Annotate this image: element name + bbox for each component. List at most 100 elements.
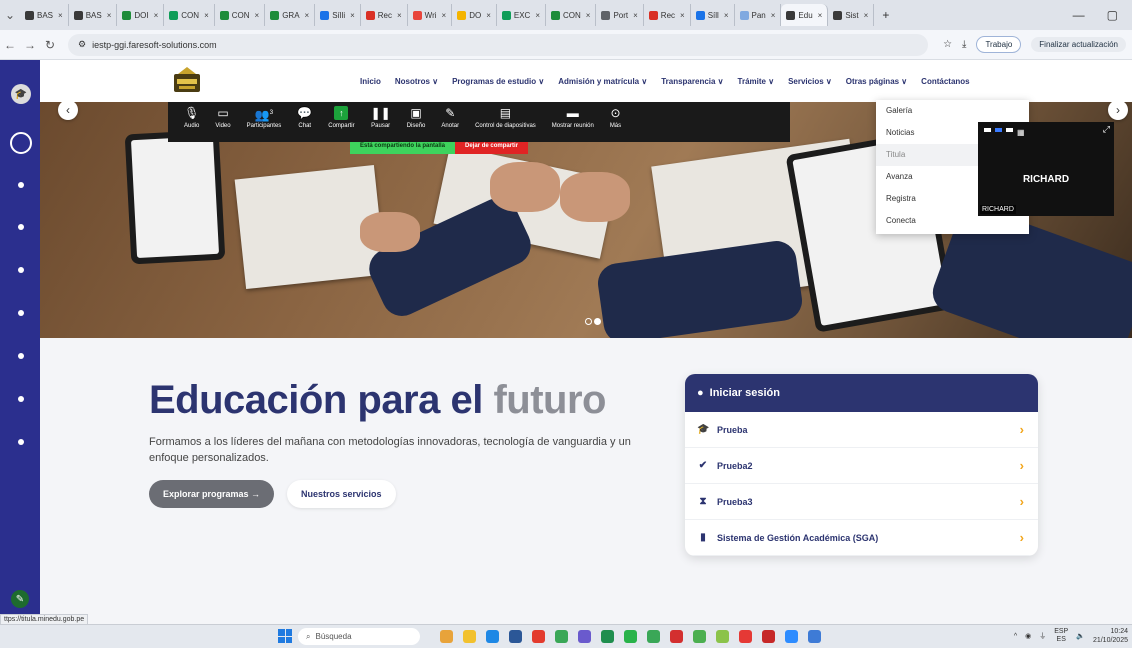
- close-tab-icon[interactable]: ×: [680, 11, 685, 20]
- nav-item[interactable]: Transparencia ∨: [661, 77, 723, 86]
- nav-item[interactable]: Programas de estudio ∨: [452, 77, 544, 86]
- browser-tab[interactable]: BAS ×: [69, 4, 118, 26]
- nav-item[interactable]: Nosotros ∨: [395, 77, 438, 86]
- browser-tab[interactable]: DO ×: [452, 4, 497, 26]
- site-info-icon[interactable]: ⚙: [78, 39, 86, 50]
- browser-tab[interactable]: BAS ×: [20, 4, 69, 26]
- close-tab-icon[interactable]: ×: [154, 11, 159, 20]
- nav-item[interactable]: Admisión y matrícula ∨: [558, 77, 647, 86]
- browser-tab[interactable]: CON ×: [546, 4, 597, 26]
- close-tab-icon[interactable]: ×: [397, 11, 402, 20]
- close-tab-icon[interactable]: ×: [771, 11, 776, 20]
- clock[interactable]: 10:24 21/10/2025: [1093, 627, 1128, 645]
- pen-icon[interactable]: ✎: [11, 590, 29, 608]
- download-icon[interactable]: ⤓: [962, 39, 966, 50]
- login-option[interactable]: 🎓 Prueba ›: [685, 412, 1038, 448]
- close-tab-icon[interactable]: ×: [442, 11, 447, 20]
- close-tab-icon[interactable]: ×: [204, 11, 209, 20]
- nav-item[interactable]: Trámite ∨: [738, 77, 775, 86]
- strip-dot[interactable]: [18, 353, 24, 359]
- meeting-participantes-button[interactable]: 👥3 Participantes: [247, 106, 282, 129]
- stop-share-button[interactable]: Dejar de compartir: [455, 142, 529, 154]
- browser-tab[interactable]: Wri ×: [408, 4, 453, 26]
- strip-dot[interactable]: [18, 224, 24, 230]
- browser-tab[interactable]: Síll ×: [691, 4, 735, 26]
- meeting-control-de-diapositivas-button[interactable]: ▤ Control de diapositivas: [475, 106, 536, 129]
- url-field[interactable]: ⚙ iestp-ggi.faresoft-solutions.com: [68, 33, 928, 56]
- meeting-mostrar-reuni-n-button[interactable]: ▬ Mostrar reunión: [552, 106, 594, 129]
- minimize-icon[interactable]: —: [1073, 8, 1085, 22]
- close-tab-icon[interactable]: ×: [305, 11, 310, 20]
- dropdown-item[interactable]: Galería: [876, 100, 1029, 122]
- ring-tool-icon[interactable]: [10, 132, 32, 154]
- volume-icon[interactable]: 🔈: [1076, 632, 1085, 640]
- close-tab-icon[interactable]: ×: [255, 11, 260, 20]
- nav-item[interactable]: Inicio: [360, 77, 381, 86]
- back-icon[interactable]: ←: [0, 38, 20, 52]
- close-tab-icon[interactable]: ×: [350, 11, 355, 20]
- login-option[interactable]: ▮ Sistema de Gestión Académica (SGA) ›: [685, 520, 1038, 556]
- browser-tab[interactable]: Sílli ×: [315, 4, 361, 26]
- browser-tab[interactable]: DOI ×: [117, 4, 165, 26]
- network-icon[interactable]: ◉: [1025, 632, 1031, 640]
- excel-icon[interactable]: [601, 630, 614, 643]
- institute-logo[interactable]: [170, 64, 204, 98]
- profile-button[interactable]: Trabajo: [976, 36, 1022, 53]
- close-tab-icon[interactable]: ×: [818, 11, 823, 20]
- usb-icon[interactable]: ⏚: [1039, 631, 1046, 641]
- expand-icon[interactable]: ⤢: [1103, 124, 1110, 135]
- strip-dot[interactable]: [18, 267, 24, 273]
- browser-tab[interactable]: Rec ×: [361, 4, 408, 26]
- strip-dot[interactable]: [18, 439, 24, 445]
- chrome-profile-icon[interactable]: [578, 630, 591, 643]
- meeting-compartir-button[interactable]: ↑ Compartir: [328, 106, 355, 129]
- our-services-button[interactable]: Nuestros servicios: [287, 480, 396, 508]
- forward-icon[interactable]: →: [20, 38, 40, 52]
- login-option[interactable]: ⧗ Prueba3 ›: [685, 484, 1038, 520]
- close-tab-icon[interactable]: ×: [586, 11, 591, 20]
- app-icon[interactable]: [762, 630, 775, 643]
- close-tab-icon[interactable]: ×: [58, 11, 63, 20]
- photos-icon[interactable]: [808, 630, 821, 643]
- nav-item[interactable]: Otras páginas ∨: [846, 77, 907, 86]
- close-tab-icon[interactable]: ×: [535, 11, 540, 20]
- app-icon[interactable]: [670, 630, 683, 643]
- graduation-cap-icon[interactable]: 🎓: [11, 84, 31, 104]
- browser-tab[interactable]: EXC ×: [497, 4, 546, 26]
- edge-icon[interactable]: [486, 630, 499, 643]
- explore-programs-button[interactable]: Explorar programas →: [149, 480, 275, 508]
- windows-start-icon[interactable]: [278, 629, 292, 643]
- chevron-up-icon[interactable]: ^: [1014, 633, 1017, 640]
- tile-view-controls[interactable]: ▦: [984, 128, 1025, 137]
- browser-tab[interactable]: Pan ×: [735, 4, 782, 26]
- strip-dot[interactable]: [18, 396, 24, 402]
- nav-item[interactable]: Servicios ∨: [788, 77, 832, 86]
- browser-tab[interactable]: CON ×: [164, 4, 215, 26]
- close-tab-icon[interactable]: ×: [633, 11, 638, 20]
- new-tab-button[interactable]: +: [874, 8, 897, 22]
- app-icon[interactable]: [693, 630, 706, 643]
- meeting-pausar-button[interactable]: ❚❚ Pausar: [371, 106, 391, 129]
- meeting-video-button[interactable]: ▭ Video: [215, 106, 230, 129]
- update-button[interactable]: Finalizar actualización: [1031, 37, 1126, 52]
- meeting-dise-o-button[interactable]: ▣ Diseño: [407, 106, 426, 129]
- reload-icon[interactable]: ↻: [40, 38, 60, 52]
- browser-tab[interactable]: Rec ×: [644, 4, 691, 26]
- app-icon[interactable]: [716, 630, 729, 643]
- browser-tab[interactable]: GRA ×: [265, 4, 316, 26]
- browser-tab[interactable]: CON ×: [215, 4, 266, 26]
- browser-tab[interactable]: Port ×: [596, 4, 644, 26]
- language-indicator[interactable]: ESP ES: [1054, 628, 1068, 644]
- app-icon[interactable]: [440, 630, 453, 643]
- maximize-icon[interactable]: ▢: [1107, 8, 1118, 22]
- chrome-profile-icon[interactable]: [647, 630, 660, 643]
- browser-tab[interactable]: Sist ×: [828, 4, 875, 26]
- close-tab-icon[interactable]: ×: [864, 11, 869, 20]
- carousel-prev-button[interactable]: ‹: [58, 102, 78, 120]
- login-option[interactable]: ✔ Prueba2 ›: [685, 448, 1038, 484]
- strip-dot[interactable]: [18, 182, 24, 188]
- bookmark-star-icon[interactable]: ☆: [943, 39, 952, 50]
- chrome-profile-icon[interactable]: [555, 630, 568, 643]
- store-icon[interactable]: [509, 630, 522, 643]
- app-icon[interactable]: [739, 630, 752, 643]
